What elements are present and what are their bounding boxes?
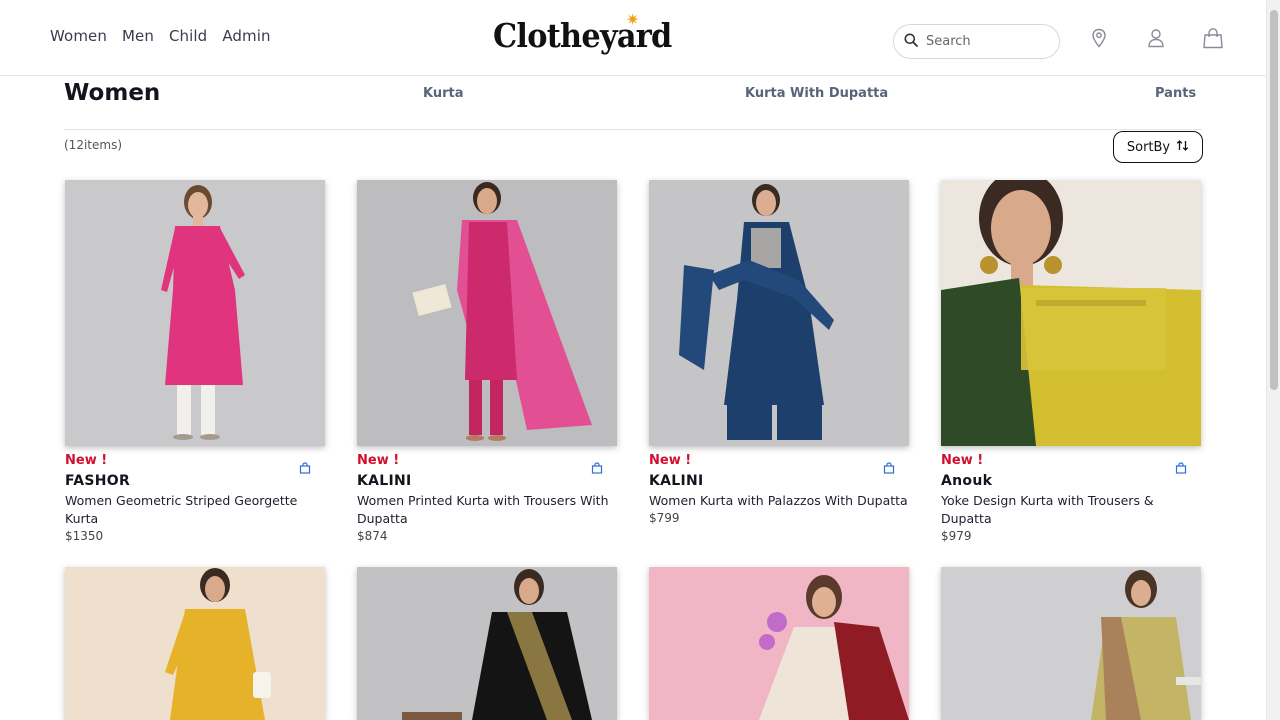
product-image[interactable] [941, 180, 1201, 446]
subcategory-kurta[interactable]: Kurta [423, 86, 464, 101]
sort-label: SortBy [1126, 139, 1171, 155]
product-image[interactable] [941, 567, 1201, 720]
sort-button[interactable]: SortBy [1113, 131, 1203, 163]
product-price: $979 [941, 529, 972, 543]
product-name[interactable]: Yoke Design Kurta with Trousers & Dupatt… [941, 492, 1201, 528]
product-name[interactable]: Women Kurta with Palazzos With Dupatta [649, 492, 909, 510]
product-image[interactable] [649, 567, 909, 720]
category-title: Women [64, 80, 161, 106]
product-name[interactable]: Women Printed Kurta with Trousers With D… [357, 492, 617, 528]
new-badge: New ! [65, 453, 108, 468]
main-nav: Women Men Child Admin [50, 27, 286, 45]
location-pin-icon[interactable] [1088, 27, 1110, 49]
category-divider [64, 129, 1202, 130]
site-header: Women Men Child Admin Clotheyard ✷ [0, 0, 1266, 76]
product-brand: FASHOR [65, 473, 131, 489]
nav-women[interactable]: Women [50, 27, 107, 45]
nav-child[interactable]: Child [169, 27, 207, 45]
scrollbar-thumb[interactable] [1270, 10, 1278, 390]
nav-men[interactable]: Men [122, 27, 154, 45]
product-image[interactable] [357, 567, 617, 720]
product-card[interactable] [941, 567, 1201, 720]
product-card[interactable] [649, 567, 909, 720]
subcategory-kurta-with-dupatta[interactable]: Kurta With Dupatta [745, 86, 888, 101]
add-to-bag-icon[interactable] [1175, 459, 1187, 474]
shopping-bag-icon[interactable] [1202, 27, 1224, 49]
product-card[interactable] [357, 567, 617, 720]
add-to-bag-icon[interactable] [883, 459, 895, 474]
subcategory-pants[interactable]: Pants [1155, 86, 1196, 101]
new-badge: New ! [649, 453, 692, 468]
product-price: $874 [357, 529, 388, 543]
add-to-bag-icon[interactable] [591, 459, 603, 474]
product-image[interactable] [649, 180, 909, 446]
product-brand: Anouk [941, 473, 993, 489]
new-badge: New ! [941, 453, 984, 468]
product-price: $799 [649, 511, 680, 525]
product-card[interactable]: New ! FASHOR Women Geometric Striped Geo… [65, 180, 325, 543]
item-count: (12items) [64, 138, 122, 152]
product-price: $1350 [65, 529, 104, 543]
product-image[interactable] [65, 180, 325, 446]
product-brand: KALINI [649, 473, 704, 489]
product-brand: KALINI [357, 473, 412, 489]
product-card[interactable] [65, 567, 325, 720]
site-logo[interactable]: Clotheyard [493, 16, 672, 55]
search-box[interactable] [893, 24, 1060, 59]
user-account-icon[interactable] [1145, 27, 1167, 49]
product-card[interactable]: New ! Anouk Yoke Design Kurta with Trous… [941, 180, 1201, 543]
search-input[interactable] [926, 34, 1046, 49]
page-scrollbar[interactable] [1266, 0, 1280, 720]
product-name[interactable]: Women Geometric Striped Georgette Kurta [65, 492, 325, 528]
new-badge: New ! [357, 453, 400, 468]
product-card[interactable]: New ! KALINI Women Printed Kurta with Tr… [357, 180, 617, 543]
add-to-bag-icon[interactable] [299, 459, 311, 474]
nav-admin[interactable]: Admin [222, 27, 270, 45]
product-image[interactable] [357, 180, 617, 446]
sort-arrows-icon [1176, 139, 1189, 156]
product-image[interactable] [65, 567, 325, 720]
product-card[interactable]: New ! KALINI Women Kurta with Palazzos W… [649, 180, 909, 525]
search-icon [904, 32, 918, 51]
logo-star-icon: ✷ [626, 10, 640, 29]
